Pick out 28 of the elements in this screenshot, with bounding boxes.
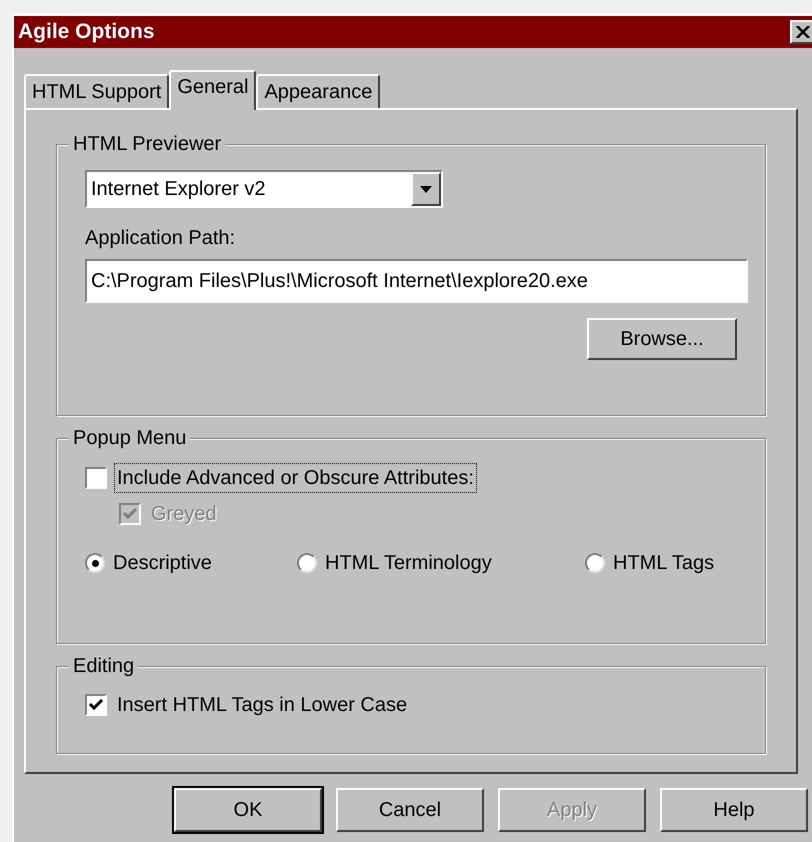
window-title: Agile Options (18, 19, 154, 46)
tab[interactable]: Appearance (256, 74, 380, 108)
checkmark-icon (89, 699, 103, 711)
caret-icon (420, 186, 432, 192)
radio-button[interactable] (85, 553, 105, 573)
dialog-button[interactable]: Cancel (336, 788, 484, 832)
checkbox[interactable] (85, 467, 107, 489)
checkbox[interactable] (85, 694, 107, 716)
radio-button[interactable] (585, 553, 605, 573)
checkbox-label: Insert HTML Tags in Lower Case (116, 693, 408, 718)
previewer-dropdown[interactable]: Internet Explorer v2 (85, 170, 443, 208)
radio-label: HTML Terminology (325, 551, 492, 576)
path-field[interactable]: C:\Program Files\Plus!\Microsoft Internet\Iexplore20.exe (85, 259, 748, 303)
checkmark-icon (123, 508, 137, 520)
checkbox-label: Greyed (150, 502, 218, 527)
radio-label: HTML Tags (613, 551, 714, 576)
path-label: Application Path: (85, 226, 236, 251)
tab[interactable]: General (169, 70, 256, 110)
tab[interactable]: HTML Support (24, 74, 170, 108)
checkbox-label: Include Advanced or Obscure Attributes: (115, 464, 476, 492)
radio-label: Descriptive (113, 551, 212, 576)
dialog-button[interactable]: OK (174, 788, 322, 832)
browse-button[interactable]: Browse... (587, 318, 737, 360)
dialog-button[interactable]: Help (660, 788, 808, 832)
dropdown-value: Internet Explorer v2 (91, 177, 266, 202)
close-icon (796, 26, 810, 38)
close-button[interactable] (790, 20, 812, 44)
radio-button[interactable] (297, 553, 317, 573)
